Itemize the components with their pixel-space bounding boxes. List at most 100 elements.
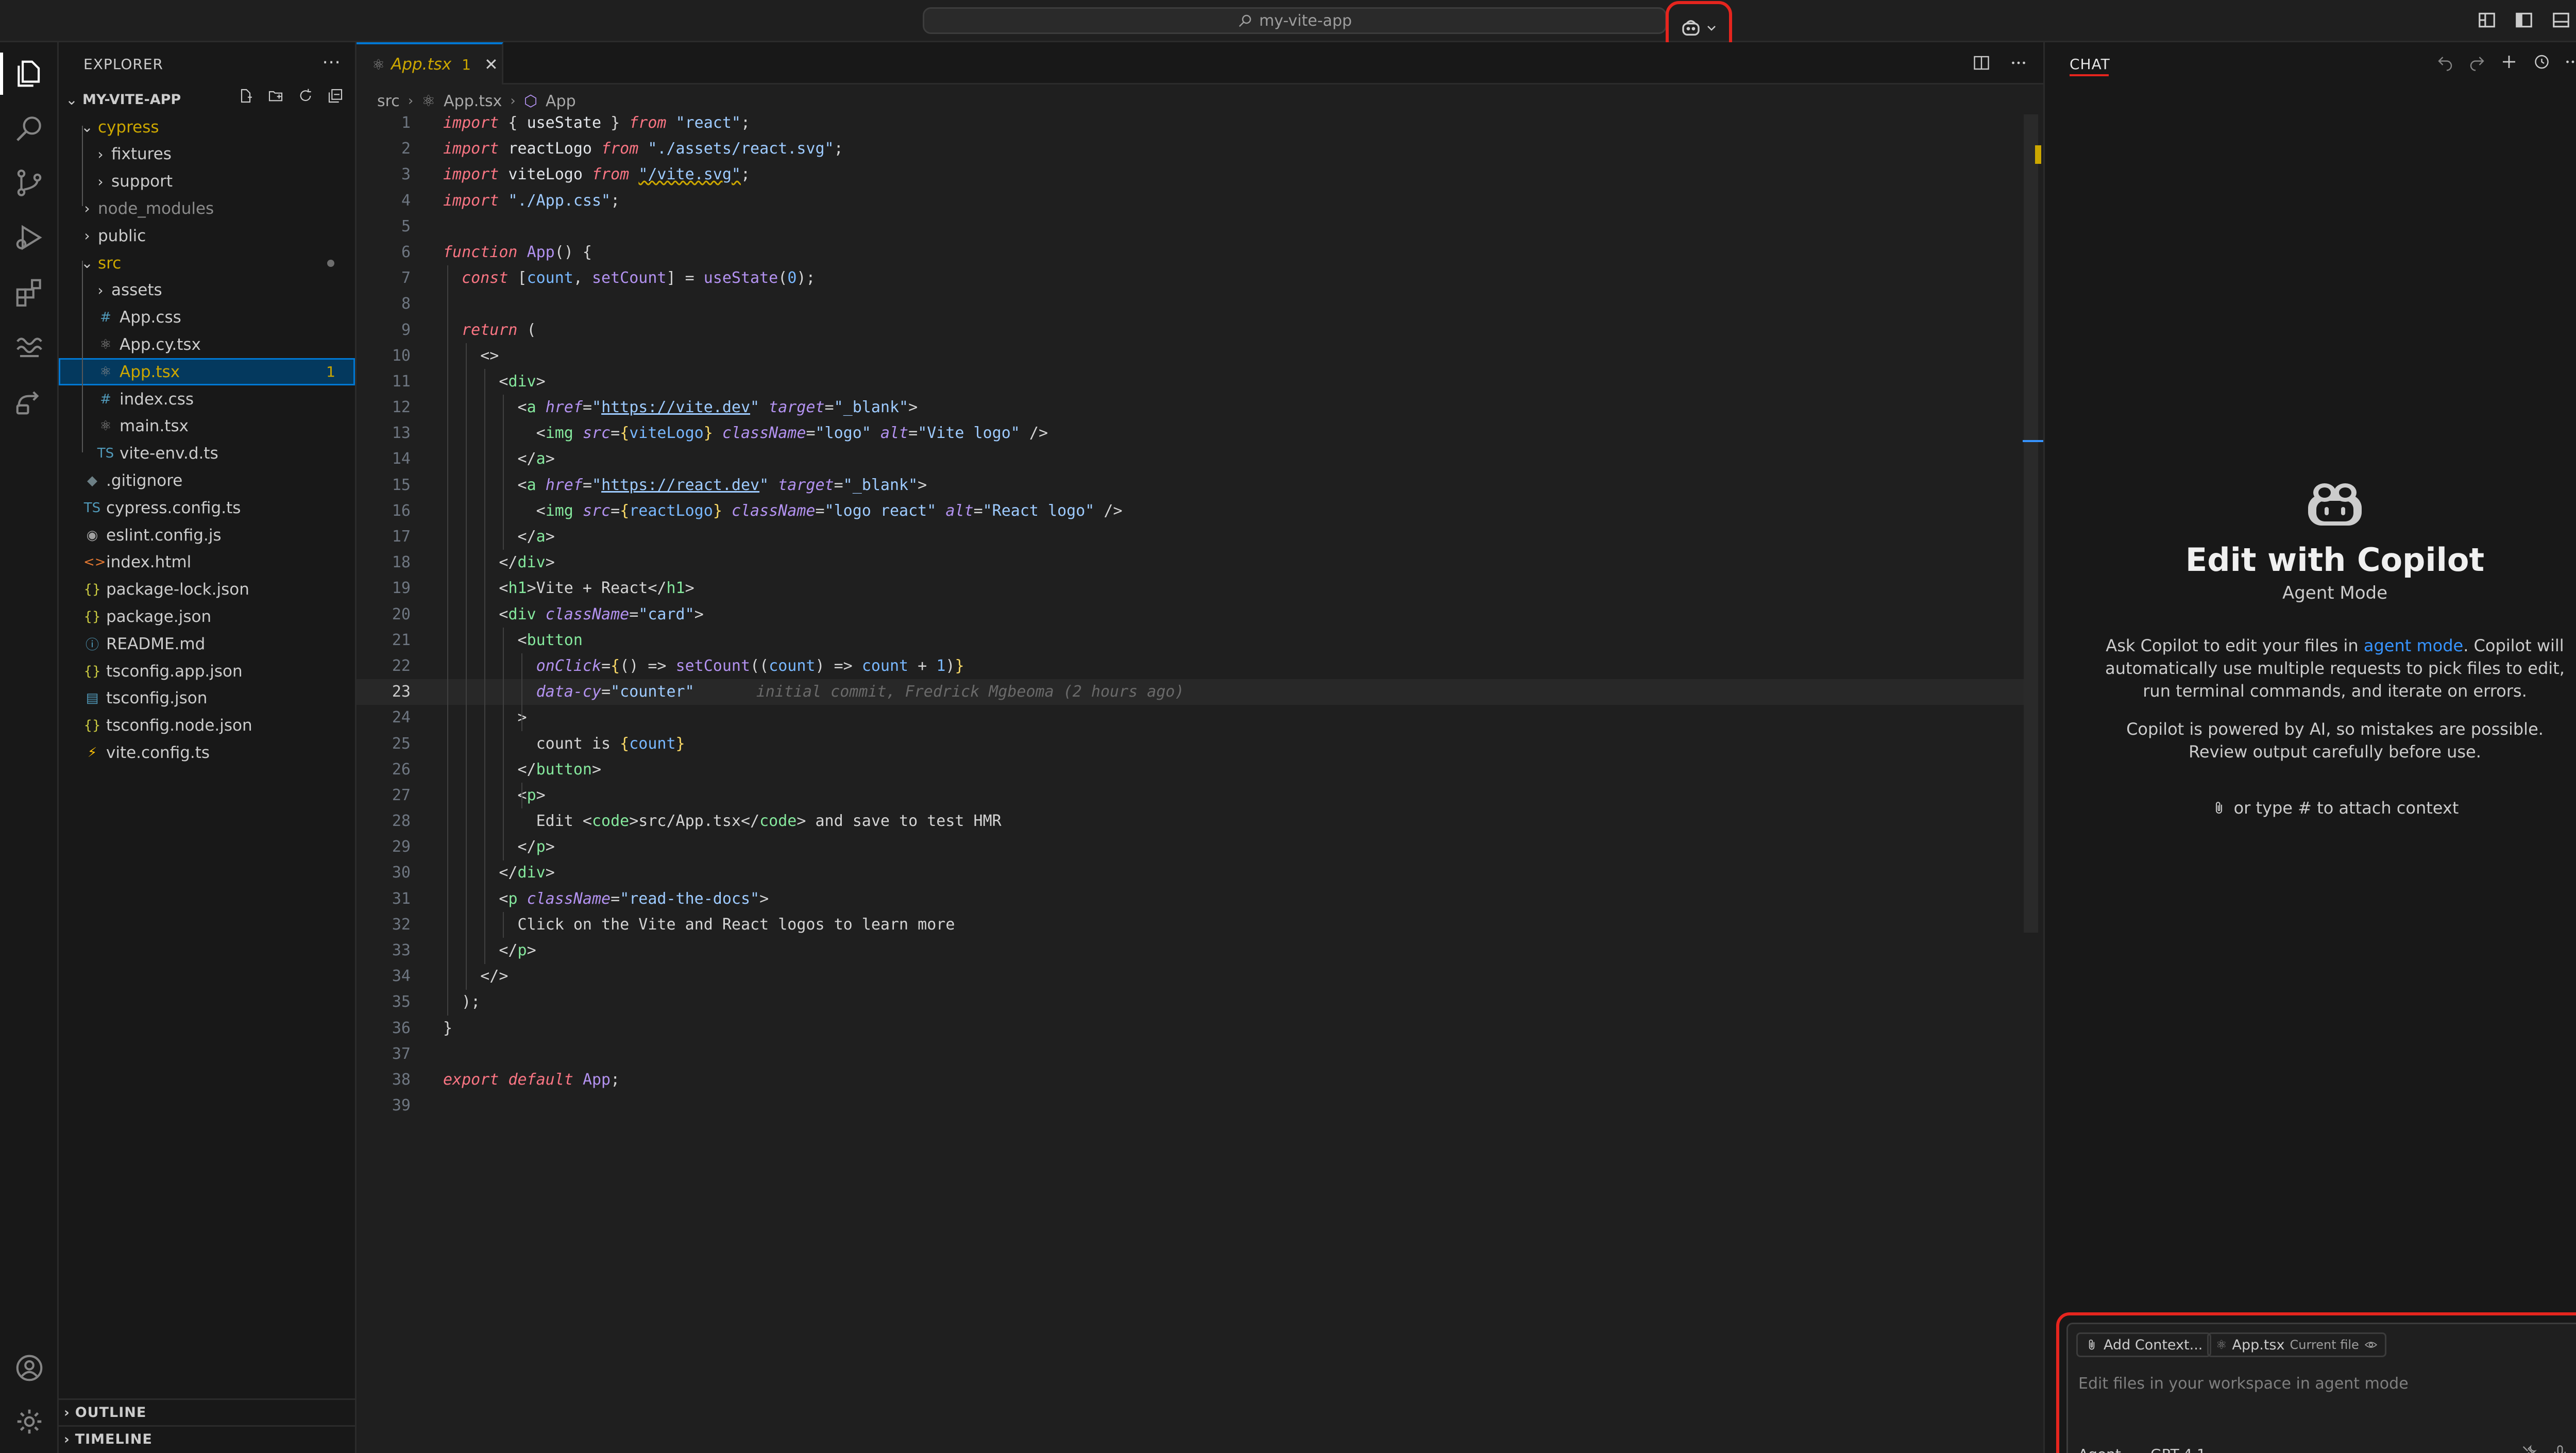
line-content: Edit <code>src/App.tsx</code> and save t… — [443, 812, 1002, 831]
search-icon[interactable] — [0, 101, 59, 156]
more-actions-icon[interactable] — [2564, 53, 2576, 71]
chevron-right-icon: › — [510, 93, 516, 109]
redo-icon[interactable] — [2468, 53, 2486, 71]
mode-picker[interactable]: Agent ⌄ — [2078, 1446, 2134, 1453]
code-line: 36} — [357, 1016, 2031, 1041]
collapse-all-icon[interactable] — [327, 88, 344, 104]
microphone-icon[interactable] — [2551, 1444, 2569, 1453]
tree-folder[interactable]: › node_modules — [59, 195, 355, 222]
run-debug-icon[interactable] — [0, 210, 59, 265]
eye-icon[interactable] — [2364, 1338, 2378, 1351]
editor-scrollbar[interactable] — [2024, 114, 2038, 933]
tree-file[interactable]: ⚛ main.tsx — [59, 413, 355, 440]
code-line: 14 </a> — [357, 446, 2031, 472]
current-file-chip[interactable]: ⚛ App.tsx Current file — [2207, 1332, 2386, 1357]
line-number: 17 — [392, 528, 411, 546]
line-content: <h1>Vite + React</h1> — [443, 579, 694, 598]
tree-folder[interactable]: ⌄ cypress — [59, 113, 355, 141]
chat-input-box: Add Context... ⚛ App.tsx Current file Ag… — [2066, 1323, 2576, 1453]
account-icon[interactable] — [0, 1341, 59, 1395]
tree-file[interactable]: TS vite-env.d.ts — [59, 440, 355, 467]
breadcrumb-item[interactable]: App.tsx — [444, 92, 502, 110]
timeline-section[interactable]: › TIMELINE — [59, 1425, 355, 1452]
code-line: 37 — [357, 1041, 2031, 1067]
close-icon[interactable]: ✕ — [484, 55, 498, 74]
line-content: import { useState } from "react"; — [443, 114, 751, 132]
refresh-icon[interactable] — [297, 88, 314, 104]
command-center-search[interactable]: my-vite-app — [923, 7, 1667, 34]
outline-section[interactable]: › OUTLINE — [59, 1398, 355, 1425]
file-type-icon: ⚛ — [99, 418, 112, 434]
split-editor-icon[interactable] — [1972, 54, 1991, 72]
tree-file[interactable]: ⚛ App.tsx 1 — [59, 358, 355, 386]
code-line: 4 import "./App.css"; — [357, 188, 2031, 214]
line-content: </> — [443, 967, 509, 986]
file-type-icon: {} — [83, 718, 101, 734]
extensions-icon[interactable] — [0, 265, 59, 319]
line-content: import "./App.css"; — [443, 191, 620, 210]
model-picker[interactable]: GPT-4.1 ⌄ — [2150, 1446, 2219, 1453]
tree-file[interactable]: <> index.html — [59, 549, 355, 576]
settings-gear-icon[interactable] — [0, 1394, 59, 1449]
line-content: import reactLogo from "./assets/react.sv… — [443, 140, 843, 158]
toggle-panel-icon[interactable] — [2551, 10, 2571, 30]
more-actions-icon[interactable] — [2009, 54, 2028, 72]
line-number: 33 — [392, 941, 411, 959]
new-folder-icon[interactable] — [267, 88, 284, 104]
new-chat-icon[interactable] — [2500, 53, 2518, 71]
line-content: </p> — [443, 941, 536, 959]
breadcrumb-item[interactable]: App — [546, 92, 576, 110]
add-context-button[interactable]: Add Context... — [2076, 1332, 2212, 1357]
code-editor[interactable]: 1 import { useState } from "react"; 2 impor… — [357, 110, 2031, 1119]
chat-input[interactable] — [2078, 1371, 2576, 1396]
new-file-icon[interactable] — [238, 88, 254, 104]
tree-folder[interactable]: › fixtures — [59, 141, 355, 168]
chevron-right-icon: › — [97, 281, 104, 299]
tree-file[interactable]: {} tsconfig.app.json — [59, 657, 355, 685]
tree-file[interactable]: {} tsconfig.node.json — [59, 712, 355, 739]
breadcrumb-item[interactable]: src — [377, 92, 400, 110]
more-actions-icon[interactable]: ⋯ — [322, 52, 341, 73]
file-type-icon: ⓘ — [85, 637, 99, 653]
tree-item-label: vite-env.d.ts — [120, 444, 218, 463]
tab-problem-count: 1 — [462, 56, 471, 73]
line-number: 30 — [392, 864, 411, 882]
explorer-icon[interactable] — [0, 46, 59, 101]
tree-file[interactable]: ◉ eslint.config.js — [59, 521, 355, 549]
tree-file[interactable]: # App.css — [59, 304, 355, 331]
tree-folder[interactable]: › support — [59, 168, 355, 195]
line-number: 7 — [401, 269, 411, 288]
line-content: <div className="card"> — [443, 605, 704, 623]
tree-file[interactable]: ◆ .gitignore — [59, 467, 355, 494]
source-control-icon[interactable] — [0, 156, 59, 210]
testing-icon[interactable] — [0, 319, 59, 374]
tree-folder[interactable]: › assets — [59, 277, 355, 304]
undo-icon[interactable] — [2436, 53, 2454, 71]
history-icon[interactable] — [2532, 53, 2550, 71]
tree-folder[interactable]: › public — [59, 222, 355, 249]
code-line: 20 <div className="card"> — [357, 602, 2031, 628]
file-type-icon: {} — [83, 582, 101, 598]
tree-file[interactable]: {} package.json — [59, 603, 355, 630]
tree-file[interactable]: {} package-lock.json — [59, 576, 355, 603]
tree-file[interactable]: ⓘ README.md — [59, 630, 355, 657]
tree-folder[interactable]: ⌄ src — [59, 249, 355, 277]
agent-mode-link[interactable]: agent mode — [2364, 636, 2463, 655]
tree-file[interactable]: ⚛ App.cy.tsx — [59, 331, 355, 358]
tree-item-label: index.html — [106, 553, 192, 572]
tree-file[interactable]: ⚡ vite.config.ts — [59, 739, 355, 766]
tree-file[interactable]: ▤ tsconfig.json — [59, 685, 355, 712]
tree-file[interactable]: # index.css — [59, 385, 355, 413]
line-number: 14 — [392, 450, 411, 468]
tab-app-tsx[interactable]: ⚛ App.tsx 1 ✕ — [357, 42, 503, 85]
timeline-label: TIMELINE — [75, 1431, 152, 1447]
tree-file[interactable]: TS cypress.config.ts — [59, 494, 355, 521]
tools-icon[interactable] — [2520, 1444, 2538, 1453]
customize-layout-icon[interactable] — [2477, 10, 2497, 30]
chat-warning: Copilot is powered by AI, so mistakes ar… — [2126, 719, 2544, 762]
toggle-primary-sidebar-icon[interactable] — [2514, 10, 2534, 30]
chat-tab[interactable]: CHAT — [2070, 56, 2110, 73]
line-content: </a> — [443, 450, 555, 468]
line-content: </div> — [443, 864, 555, 882]
remote-explorer-icon[interactable] — [0, 374, 59, 429]
